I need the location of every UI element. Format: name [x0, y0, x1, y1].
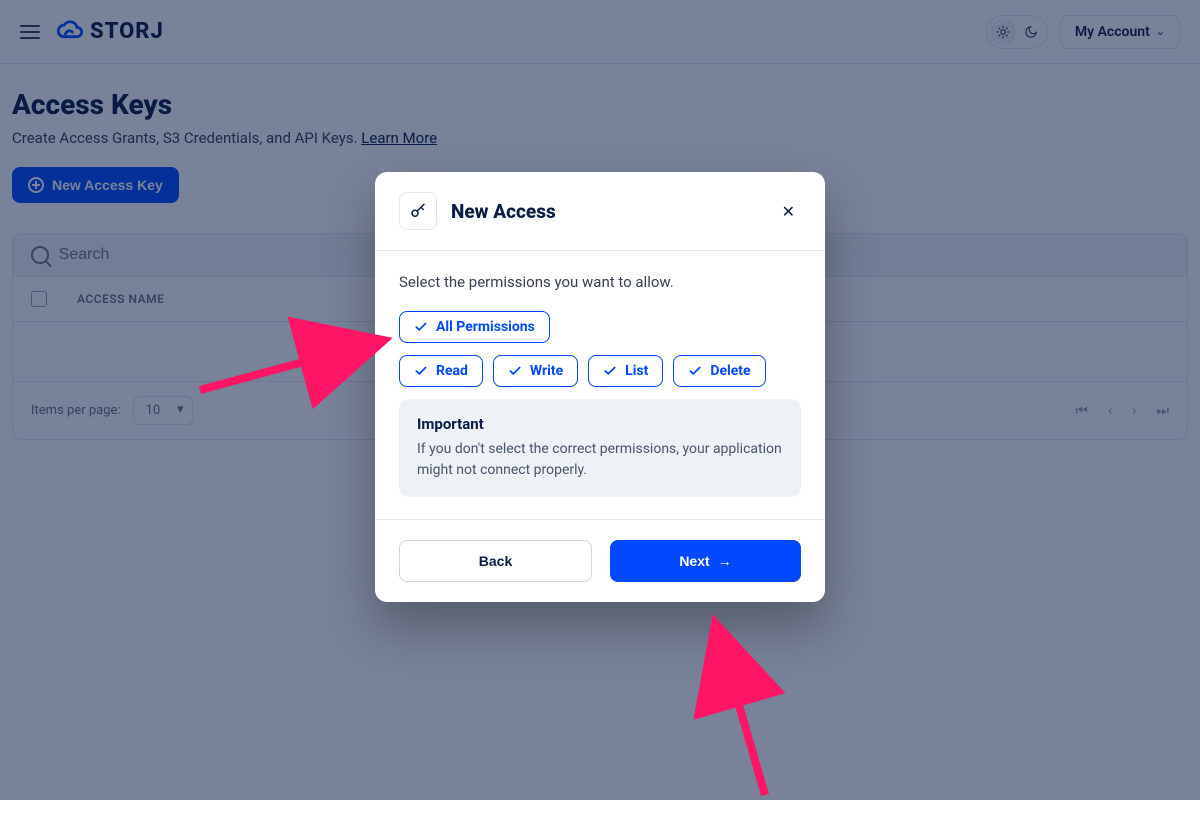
check-icon — [603, 364, 617, 378]
check-icon — [688, 364, 702, 378]
modal-title: New Access — [451, 200, 556, 223]
permission-chip-all[interactable]: All Permissions — [399, 311, 550, 343]
modal-header: New Access ✕ — [375, 172, 825, 251]
info-box: Important If you don't select the correc… — [399, 399, 801, 497]
check-icon — [414, 364, 428, 378]
next-button[interactable]: Next → — [610, 540, 801, 582]
arrow-right-icon: → — [718, 553, 732, 569]
key-icon — [399, 192, 437, 230]
permission-chip-list[interactable]: List — [588, 355, 663, 387]
permission-chip-read[interactable]: Read — [399, 355, 483, 387]
modal-prompt: Select the permissions you want to allow… — [399, 273, 801, 291]
permission-chip-write[interactable]: Write — [493, 355, 578, 387]
info-text: If you don't select the correct permissi… — [417, 439, 783, 481]
info-title: Important — [417, 415, 783, 433]
back-button[interactable]: Back — [399, 540, 592, 582]
new-access-modal: New Access ✕ Select the permissions you … — [375, 172, 825, 602]
close-icon[interactable]: ✕ — [776, 198, 801, 225]
annotation-arrow-next — [700, 610, 820, 814]
modal-overlay[interactable]: New Access ✕ Select the permissions you … — [0, 0, 1200, 800]
check-icon — [414, 320, 428, 334]
permission-chip-delete[interactable]: Delete — [673, 355, 765, 387]
modal-body: Select the permissions you want to allow… — [375, 251, 825, 519]
modal-footer: Back Next → — [375, 519, 825, 602]
check-icon — [508, 364, 522, 378]
